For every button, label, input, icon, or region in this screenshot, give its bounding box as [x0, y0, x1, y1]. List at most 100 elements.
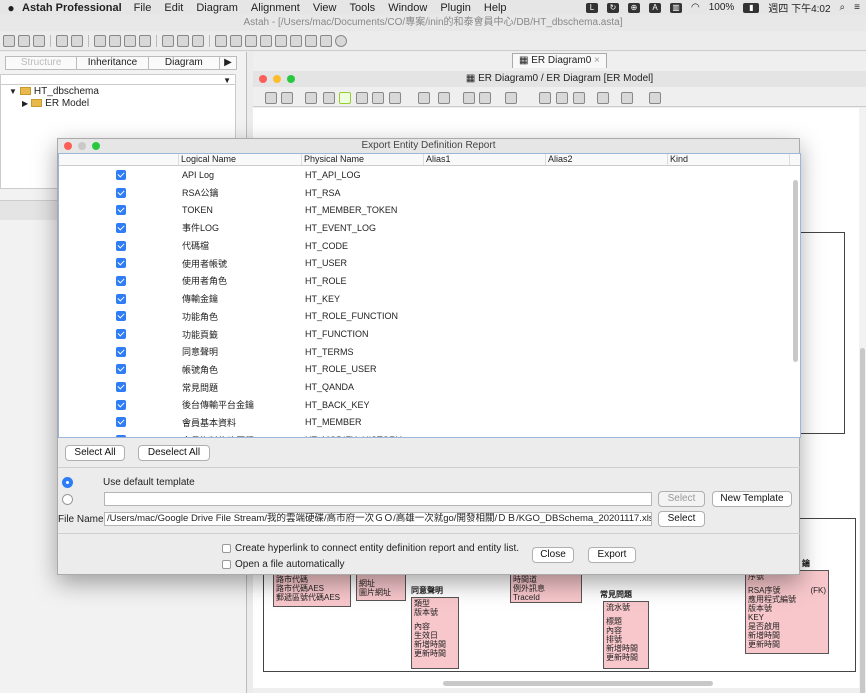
- menu-view[interactable]: View: [313, 2, 337, 14]
- table-row[interactable]: API Log HT_API_LOG: [59, 166, 800, 184]
- scroll-thumb[interactable]: [860, 348, 865, 693]
- relation3-tool-icon[interactable]: [339, 92, 351, 104]
- table-row[interactable]: 傳輸金鑰 HT_KEY: [59, 290, 800, 308]
- menu-app-name[interactable]: Astah Professional: [22, 2, 122, 14]
- diagram-horizontal-scrollbar[interactable]: [443, 681, 713, 686]
- row-checkbox[interactable]: [116, 364, 126, 375]
- table-row[interactable]: 功能頁籤 HT_FUNCTION: [59, 325, 800, 343]
- open-file-icon[interactable]: [18, 34, 30, 47]
- table-row[interactable]: TOKEN HT_MEMBER_TOKEN: [59, 201, 800, 219]
- relation-tool-icon[interactable]: [305, 92, 317, 104]
- file-name-field[interactable]: /Users/mac/Google Drive File Stream/我的雲端…: [104, 512, 652, 526]
- tree-toggle-icon[interactable]: ▼: [9, 87, 17, 96]
- control-center-icon[interactable]: ≡: [854, 2, 860, 13]
- brush-icon[interactable]: [290, 34, 302, 47]
- new-file-icon[interactable]: [3, 34, 15, 47]
- zoom-out-icon[interactable]: [124, 34, 136, 47]
- default-template-radio[interactable]: [62, 477, 73, 488]
- entity-box[interactable]: 序號 RSA序號 (FK) 應用程式編號 版本號 KEY 是否啟用 新增時間 更…: [745, 570, 829, 654]
- relation2-tool-icon[interactable]: [323, 92, 335, 104]
- note-tool-icon[interactable]: [372, 92, 384, 104]
- menu-window[interactable]: Window: [388, 2, 427, 14]
- row-checkbox[interactable]: [116, 399, 126, 410]
- layout-tool-icon[interactable]: [649, 92, 661, 104]
- select-template-button[interactable]: Select: [658, 491, 705, 507]
- menu-plugin[interactable]: Plugin: [440, 2, 471, 14]
- table-row[interactable]: 使用者帳號 HT_USER: [59, 254, 800, 272]
- entity-box[interactable]: 路市代碼 路市代碼AES 郵遞區號代碼AES: [273, 573, 351, 607]
- table-row[interactable]: 帳號角色 HT_ROLE_USER: [59, 361, 800, 379]
- diagram-vertical-scrollbar[interactable]: [859, 108, 866, 693]
- note-anchor-tool-icon[interactable]: [389, 92, 401, 104]
- image-tool-icon[interactable]: [505, 92, 517, 104]
- chevron-down-icon[interactable]: ▼: [223, 76, 231, 85]
- layout-icon[interactable]: [230, 34, 242, 47]
- entity-box[interactable]: 網址 圖片網址: [356, 573, 406, 601]
- menu-diagram[interactable]: Diagram: [196, 2, 238, 14]
- anchor-icon[interactable]: [621, 92, 633, 104]
- align-icon[interactable]: [215, 34, 227, 47]
- tab-inheritance[interactable]: Inheritance: [77, 57, 149, 69]
- input-method-icon[interactable]: A: [648, 2, 661, 13]
- header-kind[interactable]: Kind: [668, 154, 790, 165]
- table-row[interactable]: 代碼檔 HT_CODE: [59, 237, 800, 255]
- text-tool-icon[interactable]: [418, 92, 430, 104]
- row-checkbox[interactable]: [116, 417, 126, 428]
- close-window-icon[interactable]: [259, 75, 267, 83]
- table-row[interactable]: 常見問題 HT_QANDA: [59, 378, 800, 396]
- battery-icon[interactable]: ▮: [743, 2, 760, 13]
- row-checkbox[interactable]: [116, 435, 126, 437]
- row-checkbox[interactable]: [116, 329, 126, 340]
- header-alias1[interactable]: Alias1: [424, 154, 546, 165]
- table-row[interactable]: 會員資料修改歷程HT_MODIFY_HISTORY: [59, 431, 800, 437]
- tree-toggle-icon[interactable]: ▶: [22, 99, 28, 108]
- menu-alignment[interactable]: Alignment: [251, 2, 300, 14]
- font-color-icon[interactable]: [275, 34, 287, 47]
- row-checkbox[interactable]: [116, 275, 126, 286]
- close-tab-icon[interactable]: ×: [594, 55, 600, 66]
- line-tool-icon[interactable]: [463, 92, 475, 104]
- header-physical-name[interactable]: Physical Name: [302, 154, 424, 165]
- line-app-icon[interactable]: L: [585, 2, 598, 13]
- table-row[interactable]: 功能角色 HT_ROLE_FUNCTION: [59, 308, 800, 326]
- table-row[interactable]: 後台傳輸平台金鑰 HT_BACK_KEY: [59, 396, 800, 414]
- rect-tool-icon[interactable]: [438, 92, 450, 104]
- close-dialog-icon[interactable]: [64, 142, 72, 150]
- table-row[interactable]: 事件LOG HT_EVENT_LOG: [59, 219, 800, 237]
- menu-file[interactable]: File: [134, 2, 152, 14]
- new-template-button[interactable]: New Template: [712, 491, 792, 507]
- table-row[interactable]: 使用者角色 HT_ROLE: [59, 272, 800, 290]
- select-tool-icon[interactable]: [265, 92, 277, 104]
- select-file-button[interactable]: Select: [658, 511, 705, 527]
- fill-color-icon[interactable]: [245, 34, 257, 47]
- export-button[interactable]: Export: [588, 547, 636, 563]
- color-circle-icon[interactable]: [335, 34, 347, 47]
- frame-icon[interactable]: [597, 92, 609, 104]
- redo-icon[interactable]: [71, 34, 83, 47]
- table-row[interactable]: 會員基本資料 HT_MEMBER: [59, 414, 800, 432]
- curve-tool-icon[interactable]: [479, 92, 491, 104]
- menu-tools[interactable]: Tools: [350, 2, 376, 14]
- row-checkbox[interactable]: [116, 258, 126, 269]
- table-row[interactable]: RSA公鑰 HT_RSA: [59, 184, 800, 202]
- subtype-tool-icon[interactable]: [356, 92, 368, 104]
- deselect-all-button[interactable]: Deselect All: [138, 445, 210, 461]
- zoom-in-icon[interactable]: [109, 34, 121, 47]
- pin-icon[interactable]: [305, 34, 317, 47]
- tree-item-root[interactable]: ▼ HT_dbschema: [1, 85, 235, 97]
- tree-item-er-model[interactable]: ▶ ER Model: [1, 97, 235, 109]
- row-checkbox[interactable]: [116, 240, 126, 251]
- grid-icon[interactable]: [192, 34, 204, 47]
- custom-template-radio[interactable]: [62, 494, 73, 505]
- entity-tool-icon[interactable]: [281, 92, 293, 104]
- entity-box[interactable]: 類型 版本號 內容 生效日 新增時間 更新時間: [411, 597, 459, 669]
- row-checkbox[interactable]: [116, 222, 126, 233]
- row-checkbox[interactable]: [116, 382, 126, 393]
- apple-icon[interactable]: ●: [0, 1, 22, 15]
- align-middle-icon[interactable]: [556, 92, 568, 104]
- clock[interactable]: 週四 下午4:02: [768, 0, 830, 15]
- entity-box[interactable]: 時間道 例外訊息 TraceId: [510, 573, 582, 603]
- row-checkbox[interactable]: [116, 346, 126, 357]
- forward-icon[interactable]: [177, 34, 189, 47]
- template-path-field[interactable]: [104, 492, 652, 506]
